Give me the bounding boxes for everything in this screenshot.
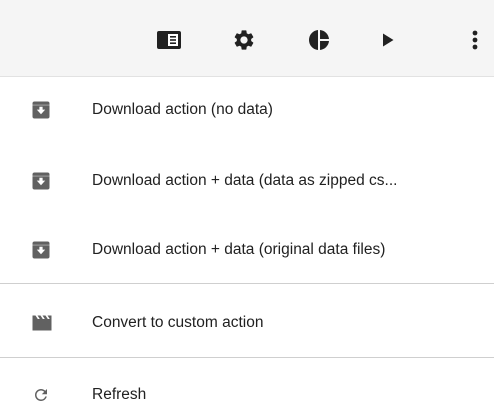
- screen: Download action (no data) Download actio…: [0, 0, 494, 408]
- panel-toggle-icon: [156, 30, 182, 50]
- menu-item-label: Refresh: [92, 386, 147, 403]
- menu-item-refresh[interactable]: Refresh: [0, 370, 494, 408]
- menu-item-label: Convert to custom action: [92, 314, 264, 331]
- menu-item-download-zipped-csv[interactable]: Download action + data (data as zipped c…: [0, 156, 494, 206]
- panel-toggle-button[interactable]: [147, 18, 191, 62]
- download-box-icon: [32, 241, 50, 259]
- menu-item-download-original-files[interactable]: Download action + data (original data fi…: [0, 225, 494, 275]
- refresh-icon: [32, 386, 50, 404]
- menu-item-convert-custom-action[interactable]: Convert to custom action: [0, 298, 494, 348]
- more-vertical-icon: [471, 28, 479, 52]
- gear-icon: [232, 28, 256, 52]
- clapperboard-icon: [32, 314, 52, 332]
- run-button[interactable]: [366, 18, 410, 62]
- menu-divider: [0, 283, 494, 284]
- pie-chart-button[interactable]: [297, 18, 341, 62]
- settings-button[interactable]: [222, 18, 266, 62]
- menu-item-download-no-data[interactable]: Download action (no data): [0, 85, 494, 135]
- menu-item-label: Download action + data (original data fi…: [92, 241, 386, 258]
- download-box-icon: [32, 172, 50, 190]
- more-options-button[interactable]: [460, 18, 490, 62]
- toolbar: [0, 0, 494, 77]
- pie-chart-icon: [307, 28, 331, 52]
- menu-item-label: Download action (no data): [92, 101, 273, 118]
- play-icon: [380, 32, 396, 48]
- download-box-icon: [32, 101, 50, 119]
- menu-divider: [0, 357, 494, 358]
- menu-item-label: Download action + data (data as zipped c…: [92, 172, 398, 189]
